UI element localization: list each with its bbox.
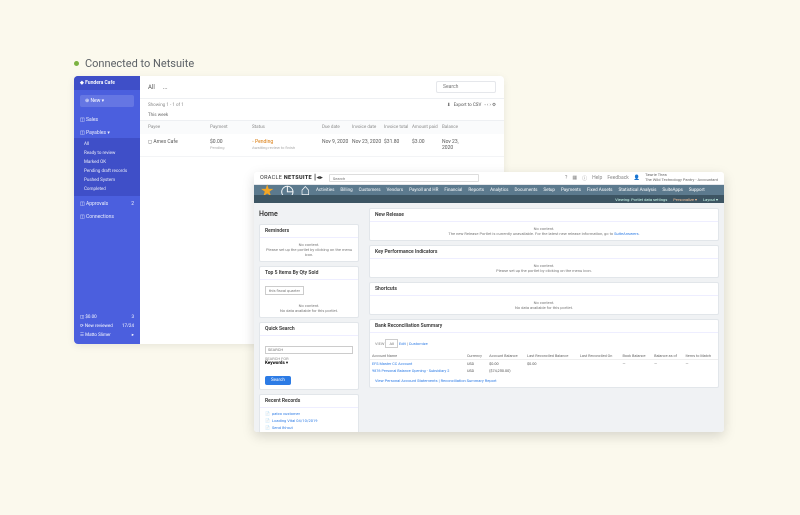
link-suiteanswers[interactable]: SuiteAnswers — [614, 231, 638, 236]
table-row[interactable]: ◻ Amex Cafe $0.00Pending ◦ PendingAwaiti… — [140, 134, 504, 157]
nav-suiteapps[interactable]: SuiteApps — [662, 188, 682, 193]
nav-documents[interactable]: Documents — [514, 188, 537, 193]
sidebar: ◆ Fundera Cafe ⊕ New ▾ ◫ Sales ◫ Payable… — [74, 76, 140, 344]
sidebar-approvals[interactable]: ◫ Approvals 2 — [74, 196, 140, 209]
brs-row[interactable]: EFS Master CC Account USD $0.00 $0.00 ——… — [370, 360, 718, 368]
sidebar-sales[interactable]: ◫ Sales — [74, 112, 140, 125]
sidebar-connections[interactable]: ◫ Connections — [74, 209, 140, 222]
result-count: Showing 1 - 1 of 1 — [148, 103, 184, 108]
top5-select[interactable]: this fiscal quarter — [265, 286, 304, 295]
subnav-view: Viewing: Portlet data settings — [615, 197, 667, 202]
sb-item-pushed[interactable]: Pushed System — [74, 176, 140, 185]
nav-statanalysis[interactable]: Statistical Analysis — [619, 188, 657, 193]
nav-payroll[interactable]: Payroll and HR — [409, 188, 438, 193]
ns-subnav: Viewing: Portlet data settings Personali… — [254, 195, 724, 203]
search-input[interactable] — [436, 81, 496, 93]
nav-customers[interactable]: Customers — [359, 188, 381, 193]
nav-fixedassets[interactable]: Fixed Assets — [587, 188, 613, 193]
nav-support[interactable]: Support — [689, 188, 705, 193]
sb-item-complete[interactable]: Completed — [74, 185, 140, 194]
sidebar-payables[interactable]: ◫ Payables ▾ — [74, 125, 140, 138]
brs-footer-link[interactable]: View Personal Account Statements | Recon… — [375, 378, 497, 383]
subnav-layout[interactable]: Layout — [703, 197, 715, 202]
panel-reminders: Reminders No content.Please set up the p… — [259, 224, 359, 262]
nav-analytics[interactable]: Analytics — [490, 188, 508, 193]
user-block[interactable]: Tawrie Thea The Wild Technology Pantry -… — [645, 173, 718, 183]
help-icon[interactable]: ? — [565, 175, 567, 181]
panel-kpi: Key Performance Indicators No content.Pl… — [369, 245, 719, 278]
user-icon[interactable]: 👤 — [634, 175, 640, 181]
table-header: Payee Payment Status Due date Invoice da… — [140, 121, 504, 134]
connection-status: Connected to Netsuite — [74, 57, 194, 70]
panel-recent: Recent Records patco customer Loading Vi… — [259, 394, 359, 433]
panel-brs: Bank Reconciliation Summary VIEW All Edi… — [369, 319, 719, 388]
tab-all[interactable]: All — [148, 84, 155, 91]
recent-item[interactable]: Send IN-out — [265, 424, 353, 431]
nav-payments[interactable]: Payments — [561, 188, 581, 193]
subnav-personalize[interactable]: Personalize — [673, 197, 694, 202]
filter-thisweek[interactable]: This week — [148, 113, 168, 118]
panel-newrelease: New Release No content.The new Release P… — [369, 208, 719, 241]
panel-top5: Top 5 Items By Qty Sold this fiscal quar… — [259, 266, 359, 318]
nav-vendors[interactable]: Vendors — [387, 188, 404, 193]
brs-table: Account Name Currency Account Balance La… — [370, 352, 718, 374]
ns-topbar: ORACLE NETSUITE ⎮◂▸ ? ▦ ⓘ Help Feedback … — [254, 172, 724, 185]
panel-quicksearch: Quick Search SEARCH FOR Keywords ▾ Searc… — [259, 322, 359, 390]
brs-view-select[interactable]: All — [385, 339, 398, 348]
sb-item-all[interactable]: All — [74, 140, 140, 149]
qs-button[interactable]: Search — [265, 376, 291, 385]
new-button-label: New — [90, 98, 100, 104]
nav-financial[interactable]: Financial — [444, 188, 462, 193]
help-link[interactable]: Help — [592, 175, 602, 181]
page-title: Home — [259, 208, 359, 220]
brs-row[interactable]: 9876 Personal Balance Opening - Subsidia… — [370, 367, 718, 374]
sidebar-footer: ◫ $0.003 ⟳ New reviewed17/24 ☰ Matto Sli… — [74, 309, 140, 344]
brand: ◆ Fundera Cafe — [74, 76, 140, 90]
feedback-link[interactable]: Feedback — [607, 175, 629, 181]
nav-reports[interactable]: Reports — [468, 188, 484, 193]
sb-item-pending[interactable]: Pending draft records — [74, 167, 140, 176]
nav-billing[interactable]: Billing — [340, 188, 352, 193]
ns-navbar: ★ ◷ ⌂ Activities Billing Customers Vendo… — [254, 185, 724, 195]
new-button[interactable]: ⊕ New ▾ — [80, 95, 134, 107]
nav-activities[interactable]: Activities — [316, 188, 334, 193]
recent-item[interactable]: Mark Re — [265, 431, 353, 433]
info-icon[interactable]: ⓘ — [582, 175, 587, 182]
brand-text: Fundera Cafe — [85, 80, 115, 86]
qs-input[interactable] — [265, 346, 353, 354]
sb-item-marked[interactable]: Marked OK — [74, 158, 140, 167]
brs-edit[interactable]: Edit — [399, 341, 406, 346]
netsuite-window: ORACLE NETSUITE ⎮◂▸ ? ▦ ⓘ Help Feedback … — [254, 172, 724, 432]
panel-shortcuts: Shortcuts No content.No data available f… — [369, 282, 719, 315]
brs-customize[interactable]: Customize — [409, 341, 428, 346]
nav-setup[interactable]: Setup — [543, 188, 555, 193]
recent-item[interactable]: Loading Vital 04/10/2019 — [265, 417, 353, 424]
recent-item[interactable]: patco customer — [265, 410, 353, 417]
sb-item-ready[interactable]: Ready to review — [74, 149, 140, 158]
calendar-icon[interactable]: ▦ — [572, 175, 577, 181]
export-button[interactable]: ⬇ Export to CSV ◦ ‹ › ⚙ — [447, 102, 496, 108]
ns-search-input[interactable] — [329, 174, 479, 182]
